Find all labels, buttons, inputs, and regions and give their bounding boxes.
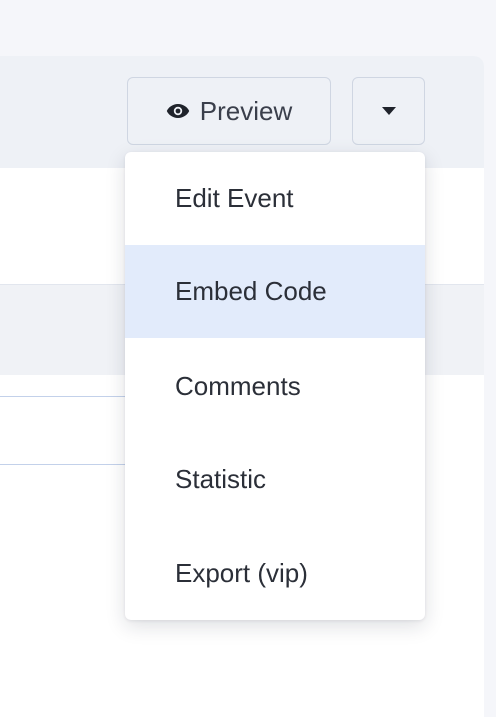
eye-icon (166, 103, 190, 119)
page-gutter (484, 56, 496, 717)
menu-item-label: Statistic (175, 464, 267, 494)
caret-down-icon (381, 106, 397, 116)
menu-item-label: Comments (175, 371, 301, 401)
more-actions-dropdown-toggle[interactable] (352, 77, 425, 145)
actions-dropdown-menu: Edit Event Embed Code Comments Statistic… (125, 152, 425, 620)
menu-item-edit-event[interactable]: Edit Event (125, 152, 425, 245)
menu-item-export[interactable]: Export (vip) (125, 527, 425, 620)
menu-item-label: Embed Code (175, 276, 327, 306)
menu-item-statistic[interactable]: Statistic (125, 433, 425, 526)
menu-item-label: Export (vip) (175, 558, 308, 588)
preview-button[interactable]: Preview (127, 77, 331, 145)
preview-button-label: Preview (199, 95, 293, 126)
screen: Preview Edit Event Embed Code Comments S… (0, 0, 496, 717)
menu-item-label: Edit Event (175, 183, 294, 213)
menu-item-embed-code[interactable]: Embed Code (125, 245, 425, 338)
menu-item-comments[interactable]: Comments (125, 340, 425, 433)
